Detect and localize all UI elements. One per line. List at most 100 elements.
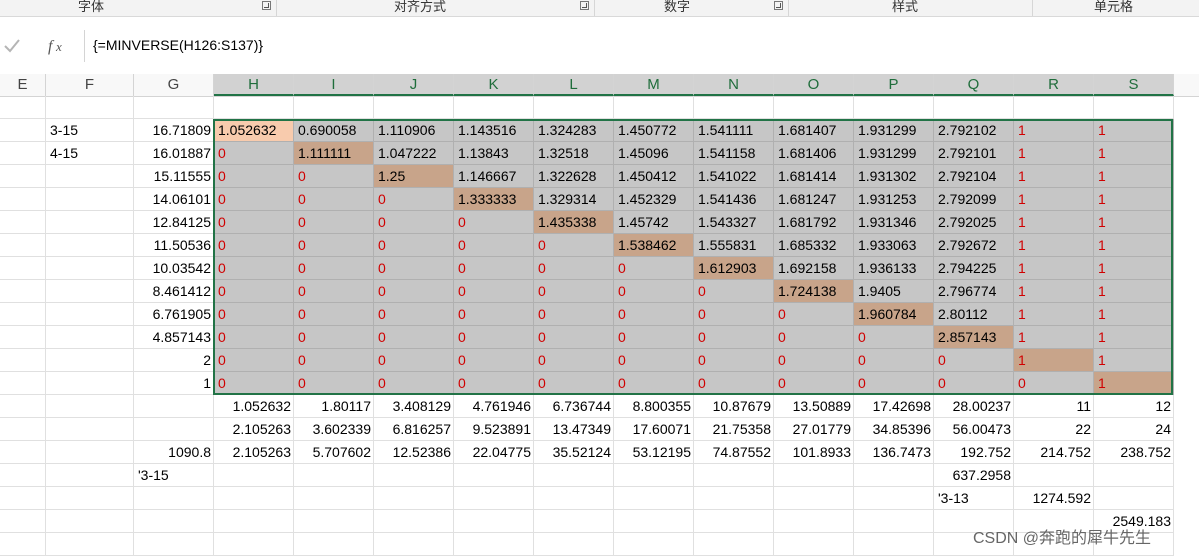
- empty-cell[interactable]: [694, 96, 774, 119]
- matrix-cell[interactable]: 1.541436: [694, 188, 774, 211]
- matrix-cell[interactable]: 1: [1094, 326, 1174, 349]
- result-cell[interactable]: 34.85396: [854, 418, 934, 441]
- empty-cell[interactable]: [0, 280, 46, 303]
- result-cell[interactable]: 4.761946: [454, 395, 534, 418]
- matrix-cell[interactable]: 0: [614, 349, 694, 372]
- matrix-cell[interactable]: 1: [1014, 211, 1094, 234]
- matrix-cell[interactable]: 1.452329: [614, 188, 694, 211]
- empty-cell[interactable]: [1094, 96, 1174, 119]
- matrix-cell[interactable]: 1.047222: [374, 142, 454, 165]
- empty-cell[interactable]: [46, 234, 134, 257]
- empty-cell[interactable]: [134, 487, 214, 510]
- empty-cell[interactable]: [46, 165, 134, 188]
- empty-cell[interactable]: [374, 487, 454, 510]
- empty-cell[interactable]: [46, 188, 134, 211]
- matrix-cell[interactable]: 0: [294, 188, 374, 211]
- empty-cell[interactable]: [374, 510, 454, 533]
- matrix-cell[interactable]: 1.333333: [454, 188, 534, 211]
- empty-cell[interactable]: [0, 234, 46, 257]
- value-cell[interactable]: 6.761905: [134, 303, 214, 326]
- empty-cell[interactable]: [46, 395, 134, 418]
- empty-cell[interactable]: [534, 96, 614, 119]
- matrix-cell[interactable]: 0: [614, 280, 694, 303]
- empty-cell[interactable]: [0, 257, 46, 280]
- matrix-cell[interactable]: 1.933063: [854, 234, 934, 257]
- matrix-cell[interactable]: 1.681247: [774, 188, 854, 211]
- empty-cell[interactable]: [0, 165, 46, 188]
- matrix-cell[interactable]: 0: [534, 372, 614, 395]
- row-label-cell[interactable]: 4-15: [46, 142, 134, 165]
- matrix-cell[interactable]: 1.681792: [774, 211, 854, 234]
- matrix-cell[interactable]: 1.146667: [454, 165, 534, 188]
- empty-cell[interactable]: [46, 418, 134, 441]
- column-header-q[interactable]: Q: [934, 74, 1014, 96]
- result-cell[interactable]: 17.42698: [854, 395, 934, 418]
- matrix-cell[interactable]: 0: [374, 257, 454, 280]
- empty-cell[interactable]: [46, 211, 134, 234]
- matrix-cell[interactable]: 0: [214, 326, 294, 349]
- matrix-cell[interactable]: 0: [374, 326, 454, 349]
- matrix-cell[interactable]: 1: [1014, 280, 1094, 303]
- empty-cell[interactable]: [534, 464, 614, 487]
- value-cell[interactable]: 12.84125: [134, 211, 214, 234]
- matrix-cell[interactable]: 1: [1014, 119, 1094, 142]
- matrix-cell[interactable]: 0: [374, 211, 454, 234]
- empty-cell[interactable]: [854, 510, 934, 533]
- result-cell[interactable]: 3.408129: [374, 395, 454, 418]
- matrix-cell[interactable]: 0: [614, 257, 694, 280]
- matrix-cell[interactable]: 0: [294, 165, 374, 188]
- value-cell[interactable]: 1: [134, 372, 214, 395]
- column-header-o[interactable]: O: [774, 74, 854, 96]
- value-cell[interactable]: 16.71809: [134, 119, 214, 142]
- result-cell[interactable]: 12: [1094, 395, 1174, 418]
- matrix-cell[interactable]: 0: [534, 257, 614, 280]
- result-cell[interactable]: 6.736744: [534, 395, 614, 418]
- matrix-cell[interactable]: 0: [374, 303, 454, 326]
- empty-cell[interactable]: [214, 96, 294, 119]
- column-header-p[interactable]: P: [854, 74, 934, 96]
- empty-cell[interactable]: [0, 349, 46, 372]
- matrix-cell[interactable]: 0: [294, 303, 374, 326]
- value-cell[interactable]: 1090.8: [134, 441, 214, 464]
- empty-cell[interactable]: [134, 510, 214, 533]
- result-cell[interactable]: 5.707602: [294, 441, 374, 464]
- value-cell[interactable]: 4.857143: [134, 326, 214, 349]
- matrix-cell[interactable]: 0: [854, 372, 934, 395]
- matrix-cell[interactable]: 1: [1014, 326, 1094, 349]
- value-cell[interactable]: 8.461412: [134, 280, 214, 303]
- column-header-f[interactable]: F: [46, 74, 134, 96]
- matrix-cell[interactable]: 1.45742: [614, 211, 694, 234]
- empty-cell[interactable]: [694, 487, 774, 510]
- empty-cell[interactable]: [214, 464, 294, 487]
- result-cell[interactable]: 8.800355: [614, 395, 694, 418]
- matrix-cell[interactable]: 0: [214, 372, 294, 395]
- column-header-k[interactable]: K: [454, 74, 534, 96]
- empty-cell[interactable]: [294, 487, 374, 510]
- matrix-cell[interactable]: 0: [214, 188, 294, 211]
- matrix-cell[interactable]: 0: [454, 257, 534, 280]
- matrix-cell[interactable]: 1: [1014, 234, 1094, 257]
- result-cell[interactable]: 74.87552: [694, 441, 774, 464]
- matrix-cell[interactable]: 0: [694, 303, 774, 326]
- matrix-cell[interactable]: 0: [294, 280, 374, 303]
- matrix-cell[interactable]: 0: [214, 165, 294, 188]
- matrix-cell[interactable]: 1.931299: [854, 119, 934, 142]
- matrix-cell[interactable]: 1.931253: [854, 188, 934, 211]
- matrix-cell[interactable]: 0: [454, 326, 534, 349]
- matrix-cell[interactable]: 0: [934, 349, 1014, 372]
- matrix-cell[interactable]: 2.857143: [934, 326, 1014, 349]
- matrix-cell[interactable]: 0: [774, 349, 854, 372]
- matrix-cell[interactable]: 0: [694, 280, 774, 303]
- empty-cell[interactable]: [0, 326, 46, 349]
- matrix-cell[interactable]: 1: [1094, 234, 1174, 257]
- matrix-cell[interactable]: 0: [294, 211, 374, 234]
- matrix-cell[interactable]: 1: [1014, 142, 1094, 165]
- empty-cell[interactable]: [294, 510, 374, 533]
- row-label-cell[interactable]: 3-15: [46, 119, 134, 142]
- empty-cell[interactable]: [1094, 487, 1174, 510]
- empty-cell[interactable]: [454, 464, 534, 487]
- matrix-cell[interactable]: 2.794225: [934, 257, 1014, 280]
- empty-cell[interactable]: [374, 96, 454, 119]
- matrix-cell[interactable]: 0: [454, 303, 534, 326]
- empty-cell[interactable]: [614, 464, 694, 487]
